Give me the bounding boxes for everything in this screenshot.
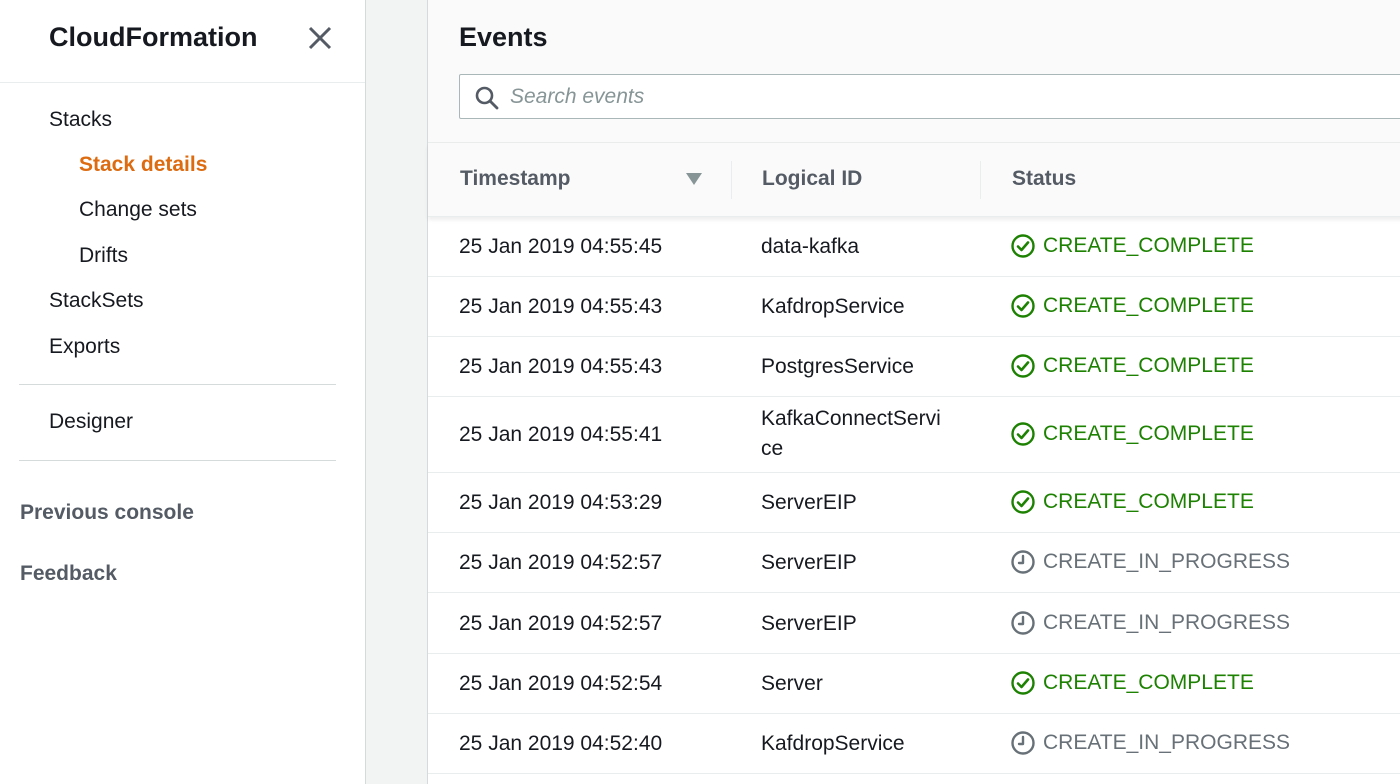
nav-divider [19,384,336,385]
check-circle-icon [1011,422,1035,446]
status-label: CREATE_IN_PROGRESS [1043,550,1291,573]
close-icon[interactable] [306,24,334,52]
check-circle-icon [1011,354,1035,378]
nav-item-stack-details[interactable]: Stack details [79,153,207,177]
column-divider [731,161,732,199]
table-row[interactable]: 25 Jan 2019 04:52:57 ServerEIP CREATE_IN_P… [428,533,1400,593]
sort-descending-icon[interactable] [685,172,703,186]
cell-status: CREATE_COMPLETE [1010,353,1254,379]
nav-link-feedback[interactable]: Feedback [20,562,117,586]
nav-item-drifts[interactable]: Drifts [79,244,128,268]
status-label: CREATE_COMPLETE [1043,354,1254,377]
column-divider [980,161,981,199]
nav-divider [19,460,336,461]
cell-status: CREATE_COMPLETE [1010,293,1254,319]
cell-status: CREATE_COMPLETE [1010,489,1254,515]
events-title: Events [459,22,548,52]
cell-status: CREATE_COMPLETE [1010,233,1254,259]
cell-logical-id: ServerEIP [761,551,857,574]
cell-status: CREATE_COMPLETE [1010,670,1254,696]
status-label: CREATE_COMPLETE [1043,490,1254,513]
column-header-logical-id[interactable]: Logical ID [762,167,862,191]
cell-timestamp: 25 Jan 2019 04:55:41 [459,423,663,446]
cell-logical-id: KafdropService [761,732,905,755]
table-row[interactable]: 25 Jan 2019 04:52:57 ServerEIP CREATE_IN_P… [428,593,1400,654]
cell-logical-id: ServerEIP [761,612,857,635]
table-row[interactable]: 25 Jan 2019 04:53:29 ServerEIP CREATE_COMP… [428,473,1400,533]
cell-status: CREATE_IN_PROGRESS [1010,610,1290,636]
table-row[interactable]: 25 Jan 2019 04:52:40 KafdropService CREATE… [428,714,1400,774]
status-label: CREATE_IN_PROGRESS [1043,611,1291,634]
cell-logical-id: data-kafka [761,235,860,258]
events-panel: Events Timestamp Logical ID Status 25 Ja… [427,0,1400,784]
cell-logical-id: KafdropService [761,295,905,318]
sidebar: CloudFormation Stacks Stack details Chan… [0,0,366,784]
cell-logical-id: KafkaConnectServi ce [761,407,941,460]
clock-icon [1011,731,1035,755]
table-row[interactable]: 25 Jan 2019 04:55:45 data-kafka CREATE_COM… [428,217,1400,277]
column-header-status[interactable]: Status [1012,167,1076,191]
cell-logical-id: PostgresService [761,355,914,378]
cell-timestamp: 25 Jan 2019 04:52:57 [459,551,663,574]
table-row[interactable]: 25 Jan 2019 04:55:43 KafdropService CREATE… [428,277,1400,337]
cell-timestamp: 25 Jan 2019 04:55:43 [459,295,663,318]
clock-icon [1011,550,1035,574]
cell-timestamp: 25 Jan 2019 04:52:54 [459,672,663,695]
cell-status: CREATE_IN_PROGRESS [1010,549,1290,575]
cell-status: CREATE_IN_PROGRESS [1010,730,1290,756]
cell-timestamp: 25 Jan 2019 04:55:45 [459,235,663,258]
cell-logical-id: Server [761,672,823,695]
search-icon [475,86,499,110]
nav-item-stacks[interactable]: Stacks [49,108,112,132]
status-label: CREATE_COMPLETE [1043,422,1254,445]
status-label: CREATE_COMPLETE [1043,671,1254,694]
table-header: Timestamp Logical ID Status [428,143,1400,217]
table-row[interactable]: 25 Jan 2019 04:55:41 KafkaConnectServi ce… [428,397,1400,473]
search-box[interactable] [459,74,1400,119]
events-header: Events [428,0,1400,143]
cell-status: CREATE_COMPLETE [1010,421,1254,447]
cell-timestamp: 25 Jan 2019 04:55:43 [459,355,663,378]
table-row[interactable]: 25 Jan 2019 04:52:54 Server CREATE_COMPLET… [428,654,1400,714]
check-circle-icon [1011,671,1035,695]
status-label: CREATE_COMPLETE [1043,234,1254,257]
table-row[interactable]: 25 Jan 2019 04:55:43 PostgresService CREAT… [428,337,1400,397]
nav-item-change-sets[interactable]: Change sets [79,198,197,222]
cell-logical-id: ServerEIP [761,491,857,514]
nav-item-exports[interactable]: Exports [49,335,120,359]
nav-link-previous-console[interactable]: Previous console [20,501,194,525]
cell-timestamp: 25 Jan 2019 04:53:29 [459,491,663,514]
search-input[interactable] [510,81,1110,113]
nav-item-designer[interactable]: Designer [49,410,133,434]
cell-timestamp: 25 Jan 2019 04:52:40 [459,732,663,755]
check-circle-icon [1011,234,1035,258]
status-label: CREATE_COMPLETE [1043,294,1254,317]
check-circle-icon [1011,294,1035,318]
nav-item-stacksets[interactable]: StackSets [49,289,144,313]
sidebar-header: CloudFormation [0,0,365,83]
column-header-timestamp[interactable]: Timestamp [460,167,571,191]
cell-timestamp: 25 Jan 2019 04:52:57 [459,612,663,635]
check-circle-icon [1011,490,1035,514]
clock-icon [1011,611,1035,635]
sidebar-title: CloudFormation [49,22,258,52]
status-label: CREATE_IN_PROGRESS [1043,731,1291,754]
